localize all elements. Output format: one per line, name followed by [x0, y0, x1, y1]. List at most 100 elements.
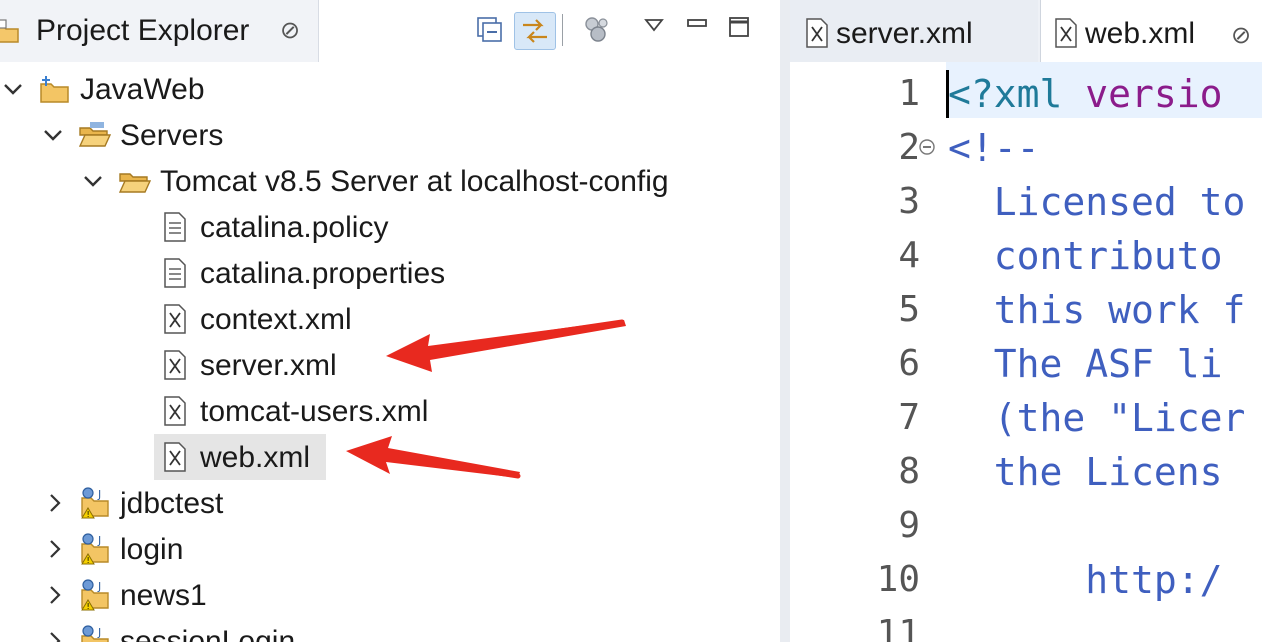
tree-item-label: tomcat-users.xml: [200, 395, 429, 428]
tree-item-tomcat-config[interactable]: Tomcat v8.5 Server at localhost-config: [0, 160, 780, 204]
xml-file-icon: [158, 302, 192, 336]
java-project-warning-icon: J!: [78, 486, 112, 520]
tab-label: web.xml: [1085, 17, 1196, 50]
line-number: 11: [876, 613, 920, 642]
code-line: the Licens: [948, 450, 1223, 494]
collapse-all-icon[interactable]: [470, 12, 510, 48]
xml-attribute-token: versio: [1085, 72, 1223, 116]
web-project-icon: [38, 72, 72, 106]
line-number: 6: [898, 343, 920, 384]
tree-item-project[interactable]: J! login: [0, 528, 780, 572]
tree-item-label: Servers: [120, 119, 224, 152]
tree-item-label: JavaWeb: [80, 73, 205, 106]
svg-text:!: !: [87, 602, 90, 611]
xml-file-icon: [158, 440, 192, 474]
svg-text:!: !: [87, 556, 90, 565]
code-line: this work f: [948, 288, 1246, 332]
tree-item-label: catalina.properties: [200, 257, 446, 290]
tree-item-file-selected[interactable]: web.xml: [0, 434, 780, 480]
project-explorer-header: Project Explorer ⊘: [0, 0, 780, 62]
tree-item-label: context.xml: [200, 303, 352, 336]
xml-file-icon: [1049, 16, 1083, 50]
line-number: 7: [898, 397, 920, 438]
chevron-right-icon[interactable]: [44, 580, 66, 610]
java-project-warning-icon: J!: [78, 532, 112, 566]
tree-item-file[interactable]: catalina.policy: [0, 206, 780, 250]
code-line: Licensed to: [948, 180, 1246, 224]
text-file-icon: [158, 256, 192, 290]
fold-collapse-icon[interactable]: [918, 138, 936, 156]
code-line: <!--: [948, 126, 1040, 170]
minimize-icon[interactable]: [680, 12, 720, 48]
pane-divider[interactable]: [780, 0, 790, 642]
tree-item-label: jdbctest: [120, 487, 224, 520]
svg-text:J: J: [97, 534, 101, 547]
xml-file-icon: [158, 348, 192, 382]
tree-item-project[interactable]: J sessionLogin: [0, 620, 780, 642]
java-project-warning-icon: J: [78, 624, 112, 642]
chevron-down-icon[interactable]: [2, 74, 24, 104]
tab-project-explorer[interactable]: Project Explorer ⊘: [0, 0, 319, 62]
svg-text:J: J: [97, 580, 101, 593]
tree-item-javaweb[interactable]: JavaWeb: [0, 68, 780, 112]
tree-item-file[interactable]: catalina.properties: [0, 252, 780, 296]
tree-item-project[interactable]: J! news1: [0, 574, 780, 618]
close-icon[interactable]: ⊘: [1231, 16, 1251, 56]
line-number: 1: [898, 73, 920, 114]
project-explorer-view: Project Explorer ⊘ JavaWeb Servers Tomca…: [0, 0, 780, 642]
code-line: <?xml versio: [948, 72, 1223, 116]
open-folder-icon: [78, 118, 112, 152]
code-line: (the "Licer: [948, 396, 1246, 440]
tree-item-label: login: [120, 533, 184, 566]
tree-item-label: sessionLogin: [120, 625, 296, 642]
chevron-right-icon[interactable]: [44, 626, 66, 642]
line-number: 4: [898, 235, 920, 276]
tab-server-xml[interactable]: server.xml: [790, 0, 1038, 62]
line-number: 8: [898, 451, 920, 492]
code-editor[interactable]: 1 2 3 4 5 6 7 8 9 10 11 <?xml versio <!-…: [790, 62, 1262, 642]
tree-item-file[interactable]: tomcat-users.xml: [0, 390, 780, 434]
tree-item-label: web.xml: [200, 441, 311, 474]
tree-item-label: news1: [120, 579, 207, 612]
link-with-editor-icon[interactable]: [514, 12, 556, 50]
tab-label: server.xml: [836, 17, 973, 50]
xml-file-icon: [158, 394, 192, 428]
svg-text:!: !: [87, 510, 90, 519]
close-icon[interactable]: ⊘: [280, 16, 300, 46]
chevron-down-icon[interactable]: [82, 166, 104, 196]
tree-item-project[interactable]: J! jdbctest: [0, 482, 780, 526]
line-number: 3: [898, 181, 920, 222]
tree-item-file[interactable]: server.xml: [0, 344, 780, 388]
code-line: contributo: [948, 234, 1223, 278]
xml-declaration-token: <?xml: [948, 72, 1086, 116]
line-number: 9: [898, 505, 920, 546]
project-explorer-icon: [0, 18, 22, 46]
view-menu-icon[interactable]: [640, 12, 680, 48]
tree-item-label: Tomcat v8.5 Server at localhost-config: [160, 165, 669, 198]
toolbar-separator: [562, 14, 563, 46]
filter-icon[interactable]: [578, 12, 618, 48]
svg-text:J: J: [97, 626, 101, 639]
editor-tab-bar: server.xml web.xml ⊘: [790, 0, 1262, 63]
java-project-warning-icon: J!: [78, 578, 112, 612]
chevron-right-icon[interactable]: [44, 488, 66, 518]
line-number: 2: [898, 127, 920, 168]
tree-item-label: server.xml: [200, 349, 337, 382]
tab-label: Project Explorer: [36, 14, 250, 47]
chevron-down-icon[interactable]: [42, 120, 64, 150]
code-line: The ASF li: [948, 342, 1223, 386]
editor-area: server.xml web.xml ⊘ 1 2 3 4 5 6 7 8 9 1…: [790, 0, 1262, 642]
maximize-icon[interactable]: [722, 12, 762, 48]
tree-item-file[interactable]: context.xml: [0, 298, 780, 342]
line-number: 5: [898, 289, 920, 330]
text-file-icon: [158, 210, 192, 244]
line-number: 10: [876, 559, 920, 600]
tree-item-label: catalina.policy: [200, 211, 389, 244]
tab-web-xml[interactable]: web.xml ⊘: [1040, 0, 1262, 62]
chevron-right-icon[interactable]: [44, 534, 66, 564]
code-line: http:/: [948, 558, 1223, 602]
tree-item-servers[interactable]: Servers: [0, 114, 780, 158]
svg-text:J: J: [97, 488, 101, 501]
open-folder-icon: [118, 164, 152, 198]
xml-file-icon: [800, 16, 834, 50]
